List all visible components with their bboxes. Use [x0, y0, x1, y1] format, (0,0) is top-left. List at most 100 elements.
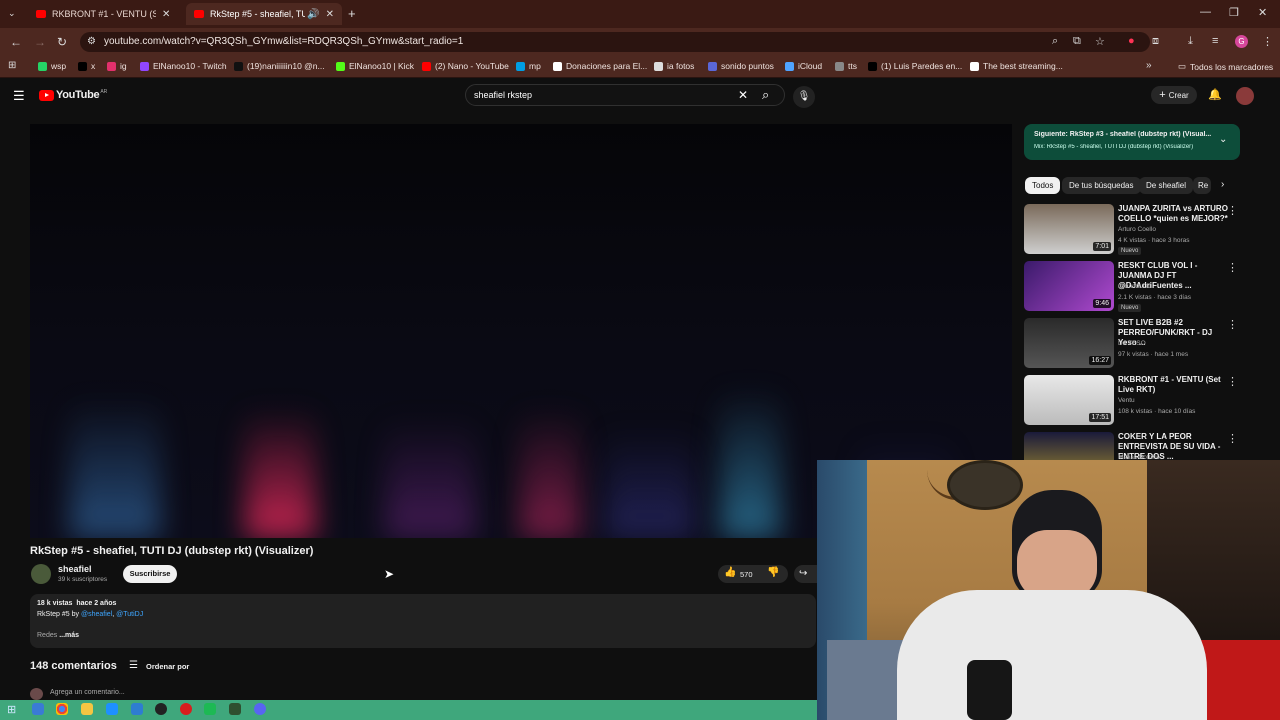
- app-icon[interactable]: [131, 703, 143, 715]
- channel-name[interactable]: DJ YESO: [1118, 340, 1146, 347]
- account-avatar[interactable]: [1236, 87, 1254, 105]
- like-count[interactable]: 570: [740, 570, 753, 579]
- bookmark-item[interactable]: (19)naniiiiiin10 @n...: [234, 61, 325, 71]
- bookmark-item[interactable]: tts: [835, 61, 857, 71]
- bookmark-item[interactable]: (1) Luis Paredes en...: [868, 61, 962, 71]
- more-options-icon[interactable]: ⋮: [1227, 261, 1238, 274]
- apps-icon[interactable]: ⊞: [8, 60, 16, 71]
- channel-avatar[interactable]: [31, 564, 51, 584]
- close-window-button[interactable]: ✕: [1258, 6, 1267, 19]
- like-icon[interactable]: 👍: [724, 567, 736, 578]
- channel-name[interactable]: Arturo Coello: [1118, 226, 1156, 233]
- chrome-icon[interactable]: [56, 703, 68, 715]
- video-thumbnail[interactable]: 9:46: [1024, 261, 1114, 311]
- search-taskbar-icon[interactable]: [32, 703, 44, 715]
- search-query[interactable]: sheafiel rkstep: [474, 90, 532, 100]
- recommended-video[interactable]: 7:01 JUANPA ZURITA vs ARTURO COELLO *quie…: [1024, 204, 1244, 256]
- recommended-video[interactable]: 16:27 SET LIVE B2B #2 PERREO/FUNK/RKT - D…: [1024, 318, 1244, 370]
- more-options-icon[interactable]: ⋮: [1227, 375, 1238, 388]
- minimize-button[interactable]: —: [1200, 6, 1211, 18]
- description-box[interactable]: [30, 594, 816, 648]
- new-tab-button[interactable]: +: [348, 6, 356, 21]
- bookmark-item[interactable]: ig: [107, 61, 127, 71]
- reload-icon[interactable]: ↻: [57, 35, 67, 49]
- search-icon[interactable]: ⌕: [762, 87, 769, 103]
- sort-icon[interactable]: ☰: [129, 660, 138, 671]
- chip-sheafiel[interactable]: De sheafiel: [1139, 177, 1194, 194]
- discord-icon[interactable]: [254, 703, 266, 715]
- video-title[interactable]: RKBRONT #1 - VENTU (Set Live RKT): [1118, 375, 1230, 395]
- clear-search-icon[interactable]: ✕: [738, 88, 748, 102]
- extensions-icon[interactable]: ⧈: [1152, 35, 1159, 48]
- chip-more[interactable]: Re: [1193, 177, 1211, 194]
- media-icon[interactable]: ≡: [1212, 35, 1218, 47]
- app-icon[interactable]: [106, 703, 118, 715]
- close-icon[interactable]: ✕: [162, 9, 170, 20]
- install-icon[interactable]: ⧉: [1073, 35, 1081, 48]
- more-options-icon[interactable]: ⋮: [1227, 318, 1238, 331]
- create-button[interactable]: + Crear: [1151, 86, 1197, 104]
- star-icon[interactable]: ☆: [1095, 35, 1105, 48]
- subscribe-button[interactable]: Suscribirse: [123, 565, 177, 583]
- forward-icon[interactable]: →: [34, 35, 46, 49]
- more-options-icon[interactable]: ⋮: [1227, 204, 1238, 217]
- bookmark-item[interactable]: (2) Nano - YouTube: [422, 61, 509, 71]
- hamburger-menu-icon[interactable]: ☰: [13, 88, 25, 104]
- url-text[interactable]: youtube.com/watch?v=QR3QSh_GYmw&list=RDQ…: [104, 36, 463, 47]
- comment-input[interactable]: Agrega un comentario...: [50, 689, 125, 696]
- bookmark-item[interactable]: iCloud: [785, 61, 822, 71]
- bookmark-item[interactable]: ElNanoo10 | Kick: [336, 61, 414, 71]
- extension-red-icon[interactable]: ●: [1128, 35, 1135, 47]
- file-explorer-icon[interactable]: [81, 703, 93, 715]
- chip-todos[interactable]: Todos: [1025, 177, 1061, 194]
- tab-search-icon[interactable]: ⌄: [8, 8, 16, 19]
- recommended-video[interactable]: 9:46 RESKT CLUB VOL I - JUANMA DJ FT @DJA…: [1024, 261, 1244, 313]
- restore-button[interactable]: ❐: [1229, 6, 1239, 19]
- share-icon[interactable]: ↪: [794, 565, 817, 583]
- bookmark-item[interactable]: ia fotos: [654, 61, 694, 71]
- profile-avatar[interactable]: G: [1235, 35, 1248, 48]
- tab-rkbront[interactable]: RKBRONT #1 - VENTU (Set Live ✕: [28, 3, 180, 25]
- video-thumbnail[interactable]: 17:51: [1024, 375, 1114, 425]
- description-more[interactable]: Redes ...más: [37, 632, 79, 639]
- more-bookmarks-icon[interactable]: »: [1146, 60, 1152, 71]
- playlist-next-box[interactable]: [1024, 124, 1240, 160]
- bookmark-item[interactable]: Donaciones para El...: [553, 61, 647, 71]
- bookmark-item[interactable]: mp: [516, 61, 541, 71]
- mention-link[interactable]: @sheafiel: [81, 611, 112, 618]
- channel-name[interactable]: sheafiel: [58, 564, 92, 574]
- channel-name[interactable]: Ventu: [1118, 397, 1135, 404]
- speaker-icon[interactable]: 🔊: [307, 9, 319, 20]
- bookmark-item[interactable]: x: [78, 61, 95, 71]
- dislike-icon[interactable]: 👎: [767, 567, 779, 578]
- voice-search-icon[interactable]: 🎙: [793, 86, 815, 108]
- more-options-icon[interactable]: ⋮: [1227, 432, 1238, 445]
- chevron-right-icon[interactable]: ›: [1221, 179, 1224, 190]
- chevron-down-icon[interactable]: ⌄: [1219, 134, 1227, 145]
- channel-name[interactable]: Juanma DJ: [1118, 283, 1151, 290]
- tab-rkstep[interactable]: RkStep #5 - sheafiel, TUTI D 🔊 ✕: [186, 3, 342, 25]
- bookmark-item[interactable]: The best streaming...: [970, 61, 1063, 71]
- all-bookmarks[interactable]: ▭ Todos los marcadores: [1178, 61, 1273, 72]
- bookmark-item[interactable]: sonido puntos: [708, 61, 774, 71]
- close-icon[interactable]: ✕: [326, 9, 334, 20]
- video-thumbnail[interactable]: 7:01: [1024, 204, 1114, 254]
- recommended-video[interactable]: 17:51 RKBRONT #1 - VENTU (Set Live RKT) Ve…: [1024, 375, 1244, 427]
- notifications-bell-icon[interactable]: 🔔: [1208, 88, 1222, 101]
- spotify-icon[interactable]: [204, 703, 216, 715]
- site-info-icon[interactable]: ⚙: [87, 36, 96, 47]
- mention-link[interactable]: @TutiDJ: [116, 611, 143, 618]
- zoom-icon[interactable]: ⌕: [1052, 35, 1058, 48]
- menu-icon[interactable]: ⋮: [1262, 35, 1273, 48]
- opera-icon[interactable]: [180, 703, 192, 715]
- bookmark-item[interactable]: ElNanoo10 - Twitch: [140, 61, 227, 71]
- youtube-logo[interactable]: YouTube AR: [39, 89, 107, 101]
- sort-button[interactable]: Ordenar por: [146, 662, 189, 671]
- obs-icon[interactable]: [155, 703, 167, 715]
- app-icon[interactable]: [229, 703, 241, 715]
- bookmark-item[interactable]: wsp: [38, 61, 66, 71]
- chip-busquedas[interactable]: De tus búsquedas: [1062, 177, 1141, 194]
- download-icon[interactable]: ⤓: [1188, 35, 1193, 48]
- back-icon[interactable]: ←: [10, 35, 22, 49]
- video-thumbnail[interactable]: 16:27: [1024, 318, 1114, 368]
